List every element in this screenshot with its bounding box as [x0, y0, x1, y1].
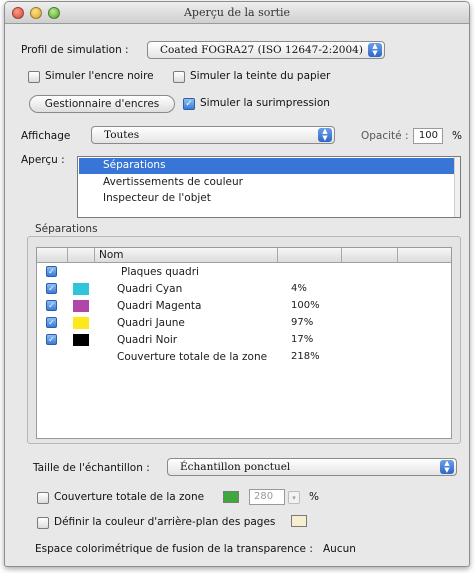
noir-swatch [73, 334, 89, 346]
jaune-swatch [73, 317, 89, 329]
magenta-swatch [73, 300, 89, 312]
window-title: Aperçu de la sortie [183, 6, 291, 19]
encre-noire-label: Simuler l'encre noire [45, 70, 154, 82]
arriere-plan-color-swatch[interactable] [291, 515, 307, 527]
separations-table-header: Nom [37, 248, 451, 263]
profil-value: Coated FOGRA27 (ISO 12647-2:2004) [160, 44, 363, 56]
couverture-input[interactable]: 280 [249, 489, 285, 505]
couverture-checkbox[interactable] [37, 492, 49, 504]
row-name: Quadri Noir [117, 334, 178, 346]
fusion-value: Aucun [323, 543, 356, 555]
apercu-list: Séparations Avertissements de couleur In… [77, 156, 461, 218]
row-name: Quadri Jaune [117, 317, 185, 329]
chevron-updown-icon: ▲ ▼ [440, 460, 454, 474]
row-value: 17% [291, 334, 314, 345]
checkmark-icon: ✓ [46, 317, 57, 328]
title-bar: Aperçu de la sortie [5, 2, 469, 24]
table-row[interactable]: ✓ Plaques quadri [37, 265, 451, 281]
chevron-updown-icon: ▲ ▼ [368, 43, 382, 57]
checkmark-icon: ✓ [46, 334, 57, 345]
profil-select[interactable]: Coated FOGRA27 (ISO 12647-2:2004) ▲ ▼ [147, 41, 385, 59]
couverture-stepper-icon[interactable]: ▾ [288, 491, 300, 504]
table-row[interactable]: ✓ Quadri Cyan 4% [37, 282, 451, 298]
row-name: Plaques quadri [121, 266, 199, 278]
row-checkbox[interactable]: ✓ [46, 283, 57, 294]
output-preview-window: Aperçu de la sortie Profil de simulation… [4, 1, 470, 567]
teinte-papier-label: Simuler la teinte du papier [190, 70, 331, 82]
surimpression-label: Simuler la surimpression [200, 97, 330, 109]
affichage-select[interactable]: Toutes ▲ ▼ [91, 126, 335, 144]
profil-label: Profil de simulation : [21, 44, 129, 56]
cyan-swatch [73, 283, 89, 295]
row-name: Quadri Magenta [117, 300, 202, 312]
table-row[interactable]: ✓ Quadri Noir 17% [37, 333, 451, 349]
echantillon-label: Taille de l'échantillon : [33, 462, 150, 474]
separations-table: Nom ✓ Plaques quadri ✓ Quadri Cyan 4% ✓ … [36, 247, 452, 439]
apercu-item-avertissements[interactable]: Avertissements de couleur [79, 175, 459, 191]
row-checkbox[interactable]: ✓ [46, 300, 57, 311]
couverture-percent: % [309, 491, 319, 503]
row-value: 100% [291, 300, 320, 311]
row-value: 218% [291, 351, 320, 362]
echantillon-select[interactable]: Échantillon ponctuel ▲ ▼ [167, 458, 457, 476]
row-checkbox[interactable]: ✓ [46, 334, 57, 345]
row-value: 4% [291, 283, 307, 294]
arriere-plan-label: Définir la couleur d'arrière-plan des pa… [54, 516, 276, 528]
apercu-scrollbar[interactable] [454, 157, 460, 217]
row-name: Couverture totale de la zone [117, 351, 268, 363]
table-row[interactable]: ✓ Quadri Magenta 100% [37, 299, 451, 315]
row-checkbox[interactable]: ✓ [46, 317, 57, 328]
column-header-nom[interactable]: Nom [99, 249, 124, 261]
separations-group-label: Séparations [35, 223, 98, 235]
gestionnaire-encres-button[interactable]: Gestionnaire d'encres [29, 95, 175, 113]
table-row: Couverture totale de la zone 218% [37, 350, 451, 366]
surimpression-checkbox[interactable]: ✓ [183, 98, 195, 110]
row-value: 97% [291, 317, 314, 328]
chevron-updown-icon: ▲ ▼ [318, 128, 332, 142]
couverture-color-swatch[interactable] [223, 491, 239, 503]
couverture-label: Couverture totale de la zone [54, 491, 205, 503]
opacite-label: Opacité : [361, 130, 409, 142]
teinte-papier-checkbox[interactable] [173, 71, 185, 83]
arriere-plan-checkbox[interactable] [37, 517, 49, 529]
opacite-input[interactable]: 100 [413, 128, 443, 144]
row-name: Quadri Cyan [117, 283, 183, 295]
affichage-label: Affichage [21, 130, 71, 142]
checkmark-icon: ✓ [46, 266, 57, 277]
affichage-value: Toutes [104, 129, 140, 141]
apercu-item-separations[interactable]: Séparations [79, 158, 459, 174]
checkmark-icon: ✓ [46, 283, 57, 294]
table-row[interactable]: ✓ Quadri Jaune 97% [37, 316, 451, 332]
checkmark-icon: ✓ [46, 300, 57, 311]
apercu-label: Aperçu : [21, 154, 65, 166]
row-checkbox[interactable]: ✓ [46, 266, 57, 277]
apercu-item-inspecteur[interactable]: Inspecteur de l'objet [79, 191, 459, 207]
echantillon-value: Échantillon ponctuel [180, 461, 291, 473]
opacite-percent: % [452, 130, 462, 142]
encre-noire-checkbox[interactable] [28, 71, 40, 83]
fusion-label: Espace colorimétrique de fusion de la tr… [35, 543, 313, 555]
